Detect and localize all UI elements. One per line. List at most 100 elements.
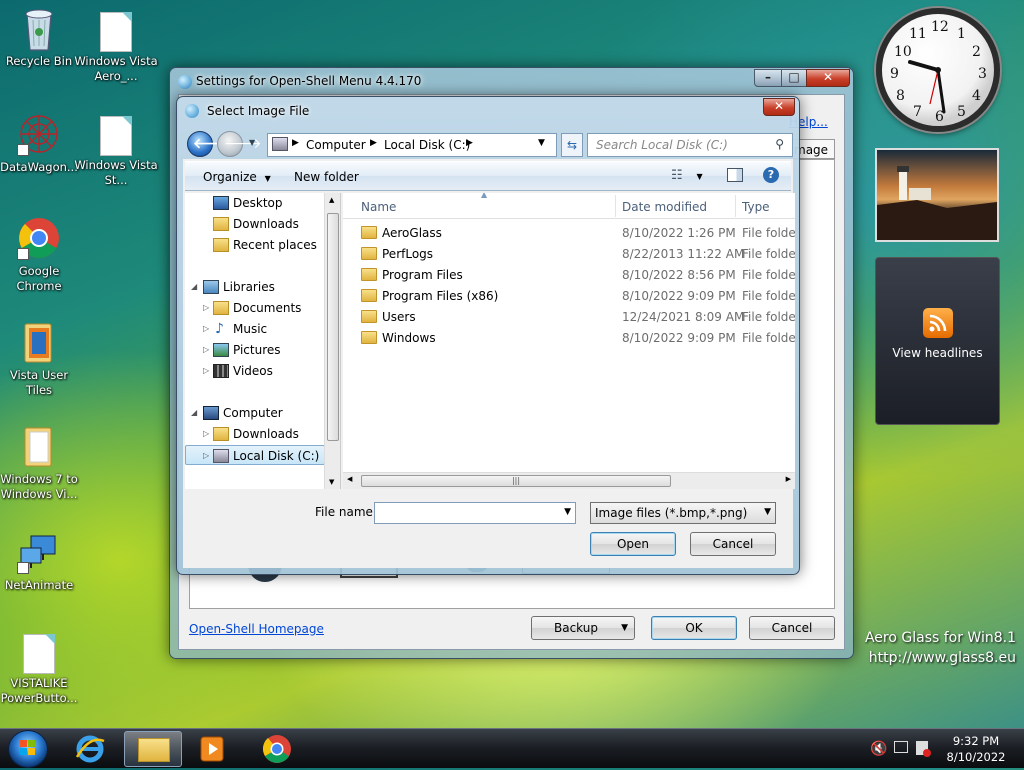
- taskbar-media-player[interactable]: [196, 733, 228, 765]
- preview-pane-button[interactable]: [727, 168, 743, 185]
- cancel-button[interactable]: Cancel: [749, 616, 835, 640]
- desktop-icon-google-chrome[interactable]: Google Chrome: [0, 216, 82, 294]
- desktop-icon-label: Vista User Tiles: [9, 368, 69, 397]
- close-button[interactable]: ✕: [806, 69, 850, 87]
- desktop-icon-vista-aero[interactable]: Windows Vista Aero_...: [73, 10, 159, 84]
- scrollbar-thumb[interactable]: |||: [361, 475, 671, 487]
- nav-item-label: Videos: [233, 364, 273, 378]
- nav-item-music[interactable]: ▷ ♪ Music: [185, 319, 325, 339]
- forward-button[interactable]: 🡒: [217, 131, 262, 157]
- file-row[interactable]: AeroGlass 8/10/2022 1:26 PM File folder: [343, 223, 795, 244]
- file-row[interactable]: Program Files (x86) 8/10/2022 9:09 PM Fi…: [343, 286, 795, 307]
- clock-time[interactable]: 9:32 PM: [936, 734, 1016, 748]
- breadcrumb-computer[interactable]: Computer: [306, 138, 366, 152]
- folder-icon: [361, 310, 377, 323]
- help-button[interactable]: ?: [763, 167, 779, 183]
- nav-item-desktop[interactable]: Desktop: [185, 193, 325, 213]
- new-folder-button[interactable]: New folder: [294, 170, 359, 184]
- taskbar-internet-explorer[interactable]: [74, 733, 106, 765]
- column-separator[interactable]: [615, 195, 616, 217]
- column-header-date-modified[interactable]: Date modified: [622, 200, 707, 214]
- column-header-type[interactable]: Type: [742, 200, 770, 214]
- nav-item-computer-downloads[interactable]: ▷ Downloads: [185, 424, 325, 444]
- column-separator[interactable]: [735, 195, 736, 217]
- volume-muted-icon[interactable]: 🔇: [870, 741, 887, 757]
- back-button[interactable]: 🡐: [187, 131, 231, 157]
- file-row[interactable]: PerfLogs 8/22/2013 11:22 AM File folder: [343, 244, 795, 265]
- desktop-icon-netanimate[interactable]: NetAnimate: [0, 530, 82, 593]
- file-type-value: Image files (*.bmp,*.png): [595, 506, 748, 520]
- column-header-name[interactable]: Name: [361, 200, 396, 214]
- ok-button[interactable]: OK: [651, 616, 737, 640]
- recent-places-icon: [213, 238, 229, 252]
- open-shell-homepage-link[interactable]: Open-Shell Homepage: [189, 622, 324, 636]
- cancel-button-label: Cancel: [771, 621, 813, 635]
- views-button[interactable]: ☷ ▼: [671, 168, 703, 183]
- desktop-icon-label: VISTALIKE PowerButto...: [0, 676, 78, 705]
- nav-item-documents[interactable]: ▷ Documents: [185, 298, 325, 318]
- desktop-icon-windows7-to-vista[interactable]: Windows 7 to Windows Vi...: [0, 424, 82, 502]
- file-name: Users: [382, 310, 416, 324]
- desktop-icon-datawagon[interactable]: DataWagon...: [0, 112, 82, 175]
- view-headlines-label: View headlines: [892, 346, 983, 360]
- recent-pages-chevron-icon[interactable]: ▼: [249, 138, 255, 147]
- refresh-button[interactable]: ⇆: [561, 133, 583, 157]
- file-row[interactable]: Users 12/24/2021 8:09 AM File folder: [343, 307, 795, 328]
- clock-date[interactable]: 8/10/2022: [936, 750, 1016, 764]
- network-icon[interactable]: [894, 741, 908, 753]
- taskbar-google-chrome[interactable]: [261, 733, 293, 765]
- file-row[interactable]: Windows 8/10/2022 9:09 PM File folder: [343, 328, 795, 349]
- file-row[interactable]: Program Files 8/10/2022 8:56 PM File fol…: [343, 265, 795, 286]
- organize-menu[interactable]: Organize ▼: [203, 170, 271, 184]
- documents-icon: [213, 301, 229, 315]
- file-type: File folder: [742, 226, 795, 240]
- start-button[interactable]: [8, 730, 48, 768]
- maximize-button[interactable]: □: [781, 69, 807, 87]
- expanded-arrow-icon: ◢: [191, 282, 198, 291]
- file-type: File folder: [742, 310, 795, 324]
- dialog-close-button[interactable]: ✕: [763, 98, 795, 116]
- desktop-icon-recycle-bin[interactable]: Recycle Bin: [0, 6, 82, 69]
- dialog-cancel-button[interactable]: Cancel: [690, 532, 776, 556]
- nav-item-pictures[interactable]: ▷ Pictures: [185, 340, 325, 360]
- nav-item-label: Pictures: [233, 343, 281, 357]
- clock-gadget[interactable]: 12 1 2 3 4 5 6 7 8 9 10 11: [876, 8, 1000, 132]
- windows-logo-icon: [20, 740, 35, 755]
- command-bar: Organize ▼ New folder ☷ ▼ ?: [185, 161, 791, 191]
- open-button[interactable]: Open: [590, 532, 676, 556]
- address-bar[interactable]: ▶ Computer ▶ Local Disk (C:) ▶ ▼: [267, 133, 557, 157]
- nav-item-videos[interactable]: ▷ Videos: [185, 361, 325, 381]
- backup-button[interactable]: Backup ▼: [531, 616, 635, 640]
- aero-glass-branding: Aero Glass for Win8.1 http://www.glass8.…: [865, 630, 1016, 666]
- nav-item-computer[interactable]: ◢ Computer: [185, 403, 325, 423]
- desktop-icon-vistalike-powerbutton[interactable]: VISTALIKE PowerButto...: [0, 632, 82, 706]
- nav-item-local-disk[interactable]: ▷ Local Disk (C:): [185, 445, 325, 465]
- document-icon: [100, 12, 132, 52]
- file-list-pane[interactable]: Name ▲ Date modified Type AeroGlass 8/10…: [343, 193, 795, 489]
- desktop-icon-vista-user-tiles[interactable]: Vista User Tiles: [0, 320, 82, 398]
- action-center-icon[interactable]: [916, 741, 931, 757]
- computer-icon: [203, 406, 219, 420]
- recycle-bin-icon: [17, 6, 61, 51]
- select-image-file-dialog[interactable]: Select Image File ✕ 🡐 🡒 ▼ ▶ Computer ▶ L…: [176, 96, 800, 575]
- scroll-up-icon: ▲: [329, 196, 335, 204]
- search-input[interactable]: Search Local Disk (C:) ⚲: [587, 133, 793, 157]
- feed-headlines-gadget[interactable]: View headlines: [875, 257, 1000, 425]
- address-dropdown-icon[interactable]: ▼: [538, 138, 545, 148]
- nav-item-downloads[interactable]: Downloads: [185, 214, 325, 234]
- file-type-select[interactable]: Image files (*.bmp,*.png) ▼: [590, 502, 776, 524]
- file-name-input[interactable]: ▼: [374, 502, 576, 524]
- slideshow-gadget[interactable]: [875, 148, 999, 242]
- grip-icon: |||: [511, 476, 521, 485]
- taskbar-explorer-active[interactable]: [124, 731, 182, 767]
- navigation-pane[interactable]: Desktop Downloads Recent places ◢ Librar…: [185, 193, 341, 489]
- open-shell-icon: [178, 75, 192, 89]
- desktop-icon-vista-st[interactable]: Windows Vista St...: [73, 114, 159, 188]
- scrollbar-thumb[interactable]: [327, 213, 339, 441]
- file-list-horizontal-scrollbar[interactable]: ◀ ||| ▶: [343, 472, 795, 489]
- minimize-button[interactable]: –: [754, 69, 782, 87]
- nav-item-libraries[interactable]: ◢ Libraries: [185, 277, 325, 297]
- nav-item-recent-places[interactable]: Recent places: [185, 235, 325, 255]
- breadcrumb-local-disk[interactable]: Local Disk (C:): [384, 138, 470, 152]
- nav-pane-scrollbar[interactable]: ▲ ▼: [324, 193, 340, 489]
